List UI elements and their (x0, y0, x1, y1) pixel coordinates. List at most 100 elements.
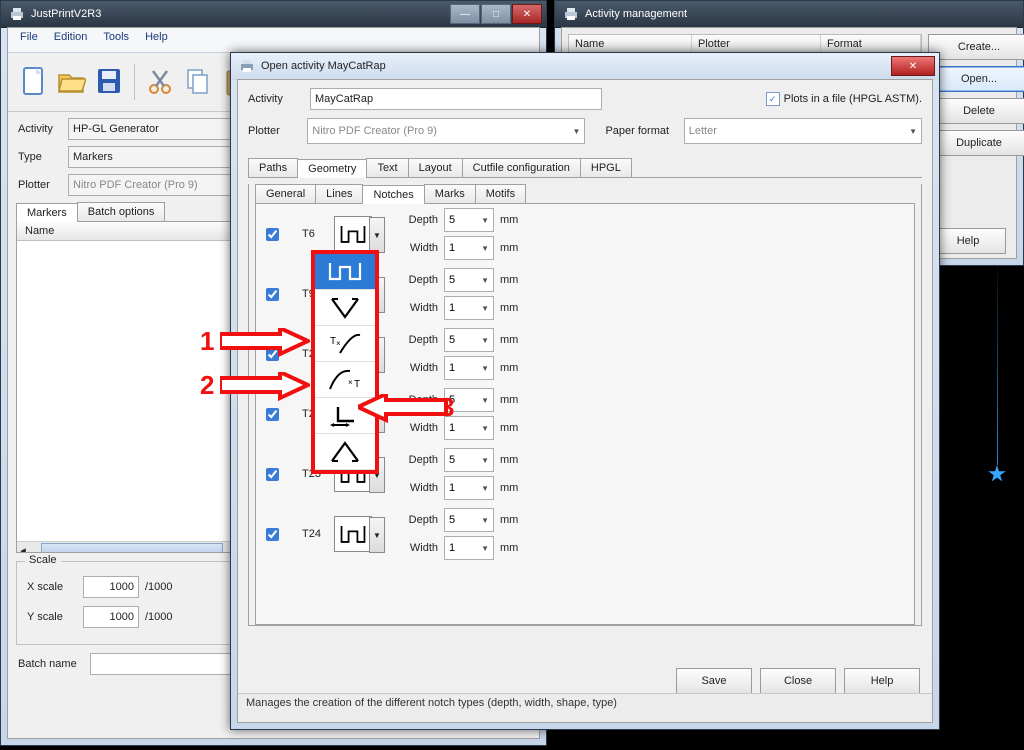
maximize-button[interactable]: □ (481, 4, 511, 24)
plots-in-file-checkbox[interactable]: ✓ (766, 92, 780, 106)
subtab-notches[interactable]: Notches (362, 185, 424, 204)
subtab-lines[interactable]: Lines (315, 184, 363, 203)
am-create-button[interactable]: Create... (928, 34, 1024, 60)
notch-shape-dropdown[interactable]: T× ×T (311, 250, 379, 474)
dlg-plotter-label: Plotter (248, 125, 301, 137)
close-window-button[interactable]: ✕ (512, 4, 542, 24)
subtab-motifs[interactable]: Motifs (475, 184, 526, 203)
dlg-title: Open activity MayCatRap (261, 60, 885, 72)
notch-depth-select[interactable]: 5▼ (444, 268, 494, 292)
svg-text:T: T (354, 379, 360, 390)
type-label: Type (18, 151, 62, 163)
shape-option-curve-bottom[interactable]: ×T (315, 362, 375, 398)
notch-enable-checkbox[interactable] (266, 228, 279, 241)
notch-id-label: T6 (302, 228, 326, 240)
dlg-main-tabstrip: Paths Geometry Text Layout Cutfile confi… (248, 158, 922, 178)
tab-markers[interactable]: Markers (16, 203, 78, 222)
annotation-arrow-3 (358, 394, 448, 424)
notch-depth-select[interactable]: 5▼ (444, 388, 494, 412)
notch-depth-select[interactable]: 5▼ (444, 208, 494, 232)
am-delete-button[interactable]: Delete (928, 98, 1024, 124)
save-icon[interactable] (92, 63, 126, 101)
notch-enable-checkbox[interactable] (266, 408, 279, 421)
menu-help[interactable]: Help (139, 30, 174, 50)
main-titlebar[interactable]: JustPrintV2R3 — □ ✕ (1, 1, 546, 28)
chevron-down-icon[interactable]: ▼ (369, 517, 385, 553)
notch-enable-checkbox[interactable] (266, 528, 279, 541)
dlg-close-x-button[interactable]: ✕ (891, 56, 935, 76)
tab-layout[interactable]: Layout (408, 158, 463, 177)
shape-option-v-up[interactable] (315, 434, 375, 470)
am-help-button[interactable]: Help (930, 228, 1006, 254)
dlg-save-button[interactable]: Save (676, 668, 752, 694)
dlg-plotter-select[interactable]: Nitro PDF Creator (Pro 9)▼ (307, 118, 585, 144)
notch-depth-select[interactable]: 5▼ (444, 508, 494, 532)
activity-label: Activity (18, 123, 62, 135)
new-file-icon[interactable] (16, 63, 50, 101)
svg-text:×: × (348, 378, 353, 387)
am-titlebar[interactable]: Activity management (555, 1, 1023, 28)
notch-enable-checkbox[interactable] (266, 468, 279, 481)
tab-cutfile[interactable]: Cutfile configuration (462, 158, 581, 177)
am-open-button[interactable]: Open... (928, 66, 1024, 92)
annotation-arrow-2 (220, 372, 310, 402)
chevron-down-icon[interactable]: ▼ (369, 217, 385, 253)
dlg-activity-label: Activity (248, 93, 304, 105)
tab-geometry[interactable]: Geometry (297, 159, 367, 178)
am-col-name[interactable]: Name (569, 35, 692, 53)
menu-edition[interactable]: Edition (48, 30, 94, 50)
dlg-paper-select[interactable]: Letter▼ (684, 118, 922, 144)
dlg-sub-tabstrip: General Lines Notches Marks Motifs (255, 184, 915, 204)
printer-icon (239, 58, 255, 74)
xscale-label: X scale (27, 581, 77, 593)
yscale-label: Y scale (27, 611, 77, 623)
notch-width-select[interactable]: 1▼ (444, 296, 494, 320)
am-col-format[interactable]: Format (821, 35, 921, 53)
notch-depth-select[interactable]: 5▼ (444, 448, 494, 472)
notch-id-label: T24 (302, 528, 326, 540)
tab-batch-options[interactable]: Batch options (77, 202, 166, 221)
shape-option-v-down[interactable] (315, 290, 375, 326)
plotter-label: Plotter (18, 179, 62, 191)
notch-width-select[interactable]: 1▼ (444, 236, 494, 260)
menu-file[interactable]: File (14, 30, 44, 50)
dlg-close-button[interactable]: Close (760, 668, 836, 694)
tab-paths[interactable]: Paths (248, 158, 298, 177)
copy-icon[interactable] (181, 63, 215, 101)
notch-enable-checkbox[interactable] (266, 288, 279, 301)
annotation-arrow-1 (220, 328, 310, 358)
open-folder-icon[interactable] (54, 63, 88, 101)
yscale-input[interactable]: 1000 (83, 606, 139, 628)
notch-depth-select[interactable]: 5▼ (444, 328, 494, 352)
dlg-titlebar[interactable]: Open activity MayCatRap ✕ (231, 53, 939, 80)
am-duplicate-button[interactable]: Duplicate (928, 130, 1024, 156)
printer-icon (9, 6, 25, 22)
menu-tools[interactable]: Tools (97, 30, 135, 50)
notch-width-select[interactable]: 1▼ (444, 356, 494, 380)
subtab-general[interactable]: General (255, 184, 316, 203)
dlg-status-bar: Manages the creation of the different no… (238, 693, 932, 722)
svg-text:×: × (336, 339, 341, 348)
notch-width-select[interactable]: 1▼ (444, 536, 494, 560)
shape-option-square-notch[interactable] (315, 254, 375, 290)
dlg-help-button[interactable]: Help (844, 668, 920, 694)
xscale-input[interactable]: 1000 (83, 576, 139, 598)
shape-option-curve-top[interactable]: T× (315, 326, 375, 362)
notch-width-select[interactable]: 1▼ (444, 416, 494, 440)
tab-hpgl[interactable]: HPGL (580, 158, 632, 177)
main-title: JustPrintV2R3 (31, 8, 444, 20)
notch-shape-button[interactable]: ▼ (334, 216, 372, 252)
am-title: Activity management (585, 8, 1019, 20)
subtab-marks[interactable]: Marks (424, 184, 476, 203)
notch-shape-button[interactable]: ▼ (334, 516, 372, 552)
printer-icon (563, 6, 579, 22)
dlg-activity-input[interactable]: MayCatRap (310, 88, 602, 110)
plots-in-file-label: Plots in a file (HPGL ASTM). (784, 93, 922, 105)
cut-icon[interactable] (143, 63, 177, 101)
am-col-plotter[interactable]: Plotter (692, 35, 821, 53)
dlg-paper-label: Paper format (605, 125, 677, 137)
notch-width-select[interactable]: 1▼ (444, 476, 494, 500)
menubar: File Edition Tools Help (8, 28, 539, 53)
minimize-button[interactable]: — (450, 4, 480, 24)
tab-text[interactable]: Text (366, 158, 408, 177)
